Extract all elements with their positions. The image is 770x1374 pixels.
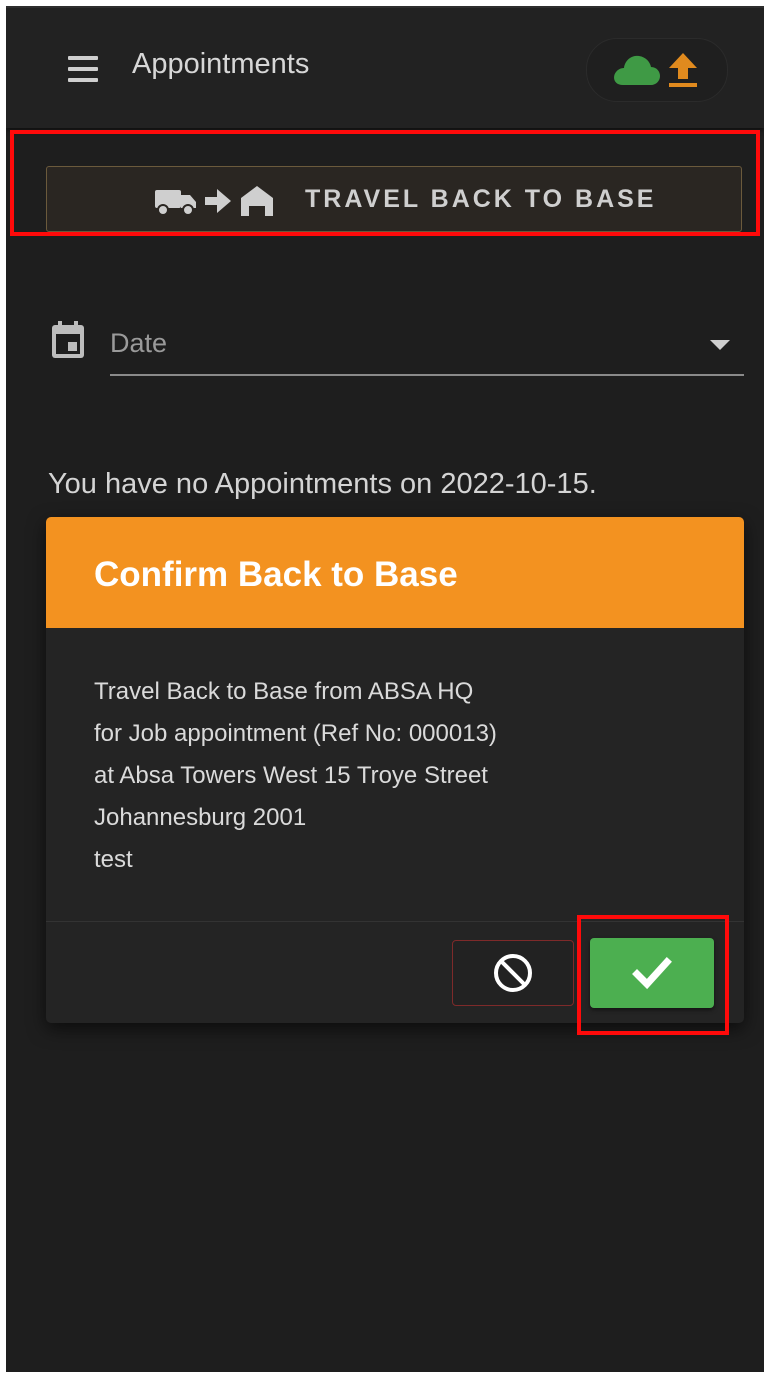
- dialog-message-line: for Job appointment (Ref No: 000013): [94, 720, 497, 747]
- cancel-button[interactable]: [452, 940, 574, 1006]
- block-icon: [494, 954, 532, 992]
- date-select-field[interactable]: Date: [110, 318, 744, 376]
- sync-upload-button[interactable]: [586, 38, 728, 102]
- arrow-right-icon: [205, 189, 231, 213]
- dialog-message-line: Johannesburg 2001: [94, 804, 307, 831]
- dialog-divider: [46, 921, 744, 922]
- travel-icons: [155, 186, 273, 216]
- travel-back-to-base-label: TRAVEL BACK TO BASE: [305, 185, 657, 213]
- hamburger-menu-icon[interactable]: [62, 52, 106, 86]
- cloud-icon: [614, 55, 660, 85]
- dialog-message-line: at Absa Towers West 15 Troye Street: [94, 762, 488, 789]
- travel-back-to-base-button[interactable]: TRAVEL BACK TO BASE: [46, 166, 742, 232]
- upload-arrow-icon: [669, 53, 697, 87]
- dialog-message-line: test: [94, 846, 133, 873]
- app-screen: Appointments TRAVEL BACK TO BASE Date Yo…: [6, 6, 764, 1372]
- confirm-button[interactable]: [590, 938, 714, 1008]
- page-title: Appointments: [132, 48, 310, 80]
- dialog-message-line: Travel Back to Base from ABSA HQ: [94, 678, 474, 705]
- dialog-header: Confirm Back to Base: [46, 517, 744, 628]
- dialog-message: Travel Back to Base from ABSA HQ for Job…: [94, 671, 714, 881]
- calendar-icon: [52, 321, 84, 358]
- home-icon: [241, 186, 273, 216]
- date-placeholder: Date: [110, 328, 168, 358]
- truck-icon: [155, 190, 196, 216]
- dialog-title: Confirm Back to Base: [94, 555, 458, 594]
- chevron-down-icon: [710, 340, 730, 350]
- top-app-bar: Appointments: [6, 6, 764, 128]
- checkmark-icon: [632, 957, 672, 990]
- no-appointments-message: You have no Appointments on 2022-10-15.: [48, 468, 597, 500]
